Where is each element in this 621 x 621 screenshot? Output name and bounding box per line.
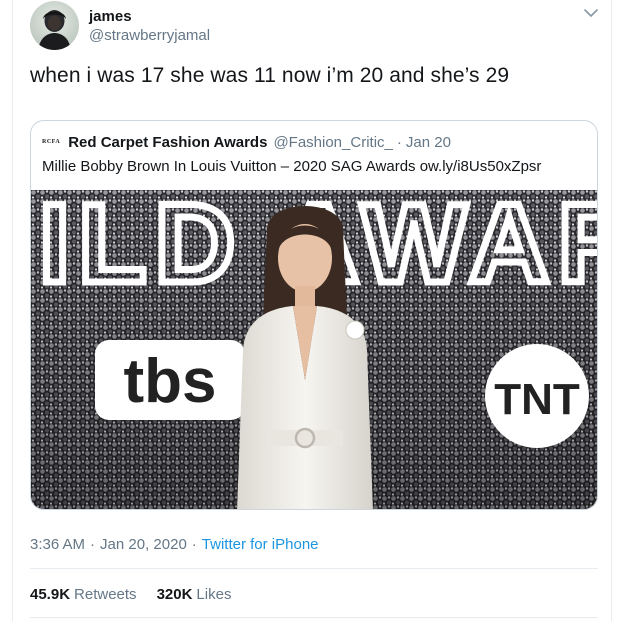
divider (30, 617, 598, 618)
retweets-label: Retweets (74, 586, 137, 603)
tweet-source-link[interactable]: Twitter for iPhone (202, 536, 319, 553)
quoted-tweet-card[interactable]: RCFA Red Carpet Fashion Awards @Fashion_… (30, 120, 598, 510)
meta-separator: · (90, 536, 96, 553)
likes-label: Likes (196, 586, 232, 603)
meta-separator: · (191, 536, 197, 553)
timeline-border-left (12, 0, 13, 621)
tbs-logo-text: tbs (124, 347, 217, 416)
tweet-date[interactable]: Jan 20, 2020 (100, 536, 187, 553)
divider (30, 568, 598, 569)
tbs-logo: tbs (95, 340, 245, 420)
quoted-tweet-photo[interactable]: ILD AWAR tbs TNT (31, 190, 598, 510)
quoted-separator: · (396, 133, 402, 151)
avatar[interactable] (30, 1, 79, 50)
author-handle[interactable]: @strawberryjamal (89, 27, 210, 44)
tweet-stats: 45.9K Retweets 320K Likes (30, 586, 251, 603)
avatar-image (30, 1, 79, 50)
retweets-stat[interactable]: 45.9K Retweets (30, 586, 137, 603)
tweet-metadata: 3:36 AM · Jan 20, 2020 · Twitter for iPh… (30, 536, 319, 553)
retweets-count: 45.9K (30, 586, 71, 603)
quoted-date[interactable]: Jan 20 (406, 134, 451, 151)
likes-count: 320K (156, 586, 193, 603)
chevron-down-icon[interactable] (582, 6, 600, 20)
tweet-text: when i was 17 she was 11 now i’m 20 and … (30, 64, 510, 87)
quoted-author-handle[interactable]: @Fashion_Critic_ (273, 134, 392, 151)
author-name[interactable]: james (89, 8, 132, 25)
timeline-border-right (611, 0, 612, 621)
tweet: james @strawberryjamal when i was 17 she… (0, 0, 621, 621)
tnt-logo-text: TNT (494, 375, 580, 424)
quoted-tweet-header: RCFA Red Carpet Fashion Awards @Fashion_… (42, 133, 451, 151)
quoted-tweet-text: Millie Bobby Brown In Louis Vuitton – 20… (42, 158, 542, 175)
tnt-logo: TNT (485, 344, 589, 448)
quoted-avatar-logo: RCFA (42, 139, 61, 145)
likes-stat[interactable]: 320K Likes (157, 586, 232, 603)
tweet-time[interactable]: 3:36 AM (30, 536, 85, 553)
quoted-author-name[interactable]: Red Carpet Fashion Awards (68, 134, 267, 151)
